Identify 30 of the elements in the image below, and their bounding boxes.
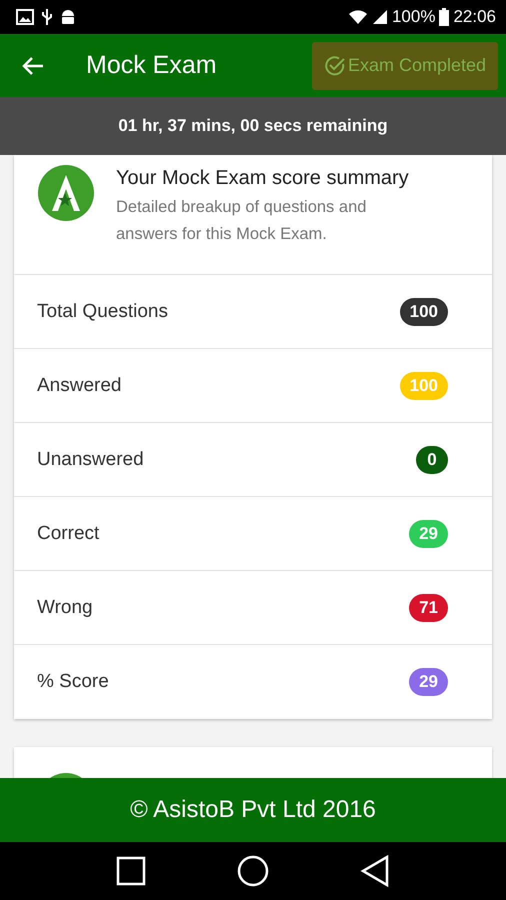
clock: 22:06 [453, 7, 496, 27]
row-label: Unanswered [37, 448, 144, 470]
check-circle-icon [324, 54, 346, 76]
row-label: Answered [37, 374, 122, 396]
home-icon[interactable] [236, 855, 269, 887]
signal-icon [372, 9, 388, 25]
recents-icon[interactable] [116, 856, 146, 886]
count-badge: 100 [400, 372, 448, 400]
count-badge: 0 [416, 446, 448, 474]
row-label: Wrong [37, 596, 93, 618]
back-icon[interactable] [360, 855, 390, 887]
image-icon [16, 9, 34, 25]
battery-icon [439, 8, 450, 26]
wifi-icon [348, 9, 368, 25]
back-icon[interactable] [22, 56, 44, 76]
count-badge: 100 [400, 298, 448, 326]
copyright: © AsistoB Pvt Ltd 2016 [130, 796, 376, 824]
row-label: Correct [37, 522, 100, 544]
logo-icon [38, 165, 94, 221]
row-label: Total Questions [37, 300, 168, 322]
screen-title: Mock Exam [86, 51, 218, 80]
summary-title: Your Mock Exam score summary [116, 167, 409, 190]
count-badge: 71 [409, 594, 448, 622]
count-badge: 29 [409, 520, 448, 548]
summary-description: Detailed breakup of questions and answers for this Mock Exam. [116, 197, 368, 245]
battery-percent: 100% [392, 7, 436, 27]
usb-icon [42, 8, 52, 26]
row-label: % Score [37, 671, 109, 693]
count-badge: 29 [409, 668, 448, 696]
time-remaining: 01 hr, 37 mins, 00 secs remaining [118, 116, 388, 136]
